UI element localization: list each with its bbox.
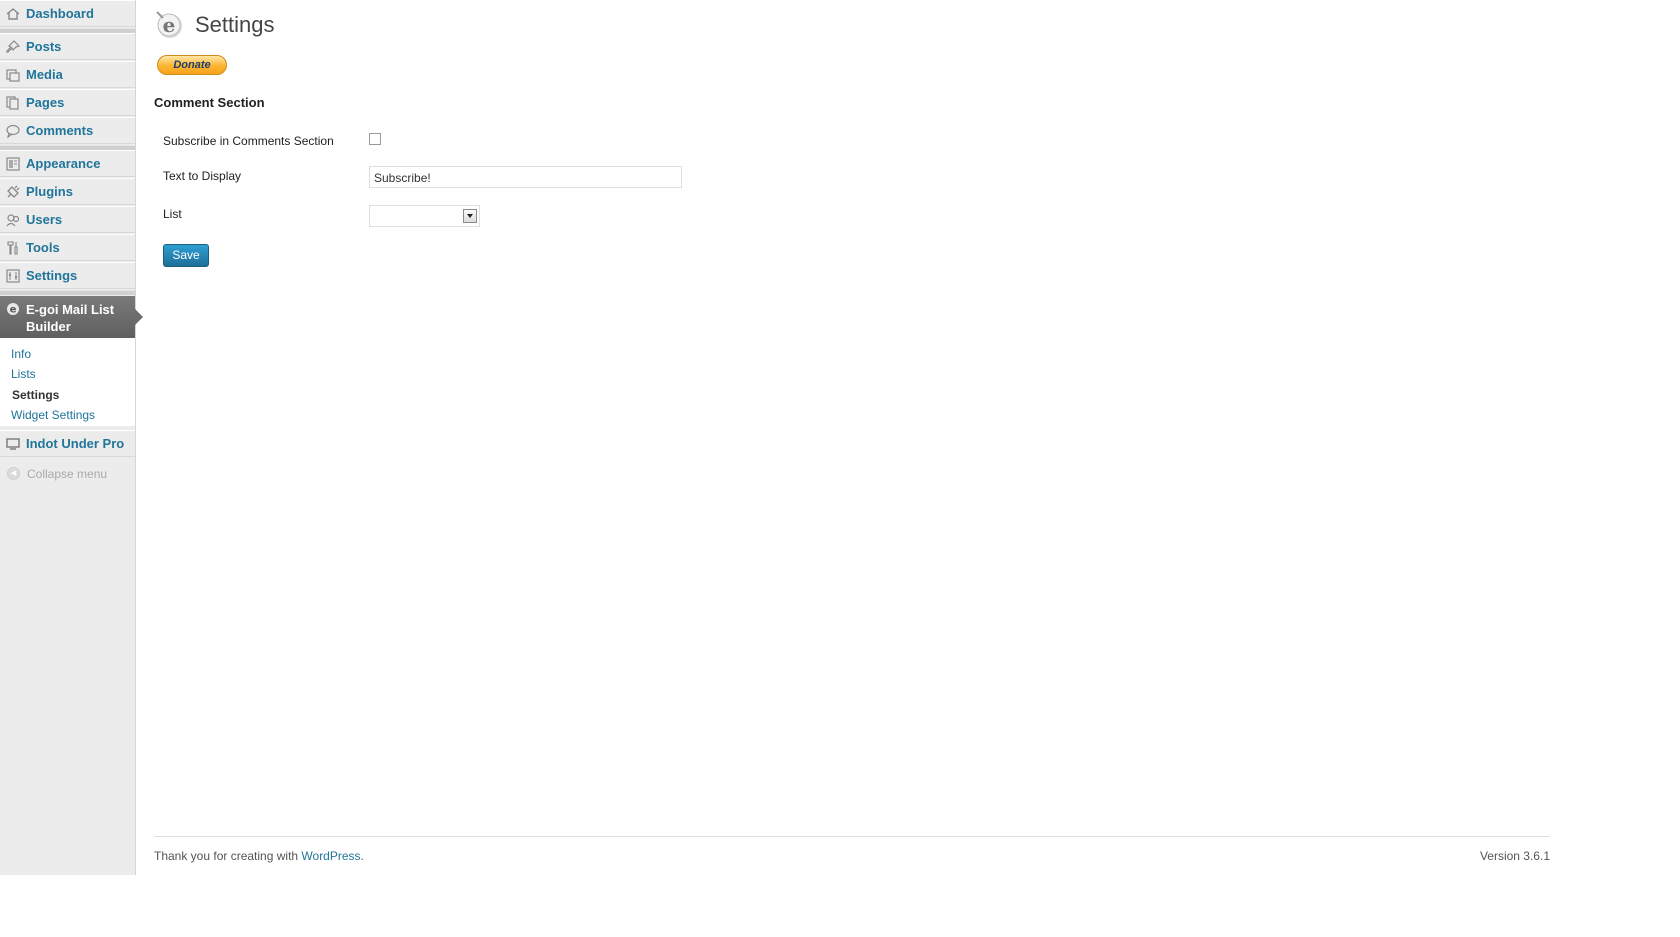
plugin-submenu: Info Lists Settings Widget Settings	[0, 338, 135, 426]
footer-divider	[154, 836, 1550, 837]
sidebar-item-media[interactable]: Media	[0, 61, 135, 88]
sidebar-item-dashboard[interactable]: Dashboard	[0, 0, 135, 27]
sidebar-item-label: Dashboard	[26, 6, 94, 21]
footer-thanks: Thank you for creating with WordPress.	[154, 849, 364, 863]
sidebar-item-label: Tools	[26, 240, 60, 255]
collapse-menu-label: Collapse menu	[27, 467, 108, 481]
collapse-menu-button[interactable]: ◀ Collapse menu	[0, 463, 135, 485]
monitor-icon	[6, 437, 20, 451]
donate-button[interactable]: Donate	[157, 55, 227, 75]
submenu-item-lists[interactable]: Lists	[11, 367, 36, 381]
sidebar-item-label: Settings	[26, 268, 78, 283]
subscribe-label: Subscribe in Comments Section	[163, 134, 334, 148]
svg-text:e: e	[163, 13, 176, 37]
sidebar-item-pages[interactable]: Pages	[0, 89, 135, 116]
sidebar-item-label: Users	[26, 212, 63, 227]
dashboard-icon	[6, 7, 20, 21]
sidebar-item-label: Pages	[26, 95, 65, 110]
wordpress-link[interactable]: WordPress	[301, 849, 360, 863]
menu-separator	[0, 290, 135, 295]
sidebar-item-posts[interactable]: Posts	[0, 33, 135, 60]
sidebar-item-label: Media	[26, 67, 63, 82]
list-label: List	[163, 207, 182, 221]
submenu-item-widget-settings[interactable]: Widget Settings	[11, 408, 95, 422]
sidebar-item-label: Indot Under Pro	[26, 436, 125, 451]
page-title: Settings	[195, 12, 275, 37]
submenu-item-info[interactable]: Info	[11, 347, 31, 361]
pages-icon	[6, 96, 20, 110]
users-icon	[6, 213, 20, 227]
collapse-arrow-icon: ◀	[7, 467, 20, 480]
submenu-item-settings[interactable]: Settings	[12, 388, 59, 402]
sidebar-item-label: Plugins	[26, 184, 73, 199]
egoi-logo-icon: e	[154, 9, 184, 39]
sidebar-item-tools[interactable]: Tools	[0, 234, 135, 261]
footer-thanks-prefix: Thank you for creating with	[154, 849, 302, 863]
footer-thanks-suffix: .	[360, 849, 364, 863]
text-to-display-input[interactable]: Subscribe!	[369, 166, 682, 188]
plug-icon	[6, 185, 20, 199]
appearance-icon	[6, 157, 20, 171]
sidebar-item-label: Comments	[26, 123, 94, 138]
media-icon	[6, 68, 20, 82]
save-button[interactable]: Save	[163, 244, 209, 267]
admin-sidebar: Dashboard Posts Media Pages Comments App…	[0, 0, 143, 875]
egoi-icon: e	[6, 302, 20, 319]
tools-icon	[6, 241, 20, 255]
section-title: Comment Section	[154, 95, 265, 110]
pushpin-icon	[6, 40, 20, 54]
sidebar-item-settings[interactable]: Settings	[0, 262, 135, 289]
list-select[interactable]	[369, 205, 480, 227]
version-text: Version 3.6.1	[1479, 849, 1550, 863]
svg-text:e: e	[10, 305, 17, 316]
sidebar-item-appearance[interactable]: Appearance	[0, 150, 135, 177]
settings-icon	[6, 269, 20, 283]
sidebar-item-egoi[interactable]: e E-goi Mail List Builder	[0, 296, 143, 338]
sidebar-item-label: E-goi Mail List Builder	[26, 302, 115, 334]
sidebar-item-label: Appearance	[26, 156, 101, 171]
sidebar-item-label: Posts	[26, 39, 62, 54]
text-to-display-label: Text to Display	[163, 169, 242, 183]
sidebar-item-indot-under-pro[interactable]: Indot Under Pro	[0, 430, 135, 457]
sidebar-item-comments[interactable]: Comments	[0, 117, 135, 144]
sidebar-item-users[interactable]: Users	[0, 206, 135, 233]
chevron-down-icon[interactable]	[463, 209, 477, 223]
subscribe-checkbox[interactable]	[369, 133, 381, 145]
sidebar-item-plugins[interactable]: Plugins	[0, 178, 135, 205]
comment-bubble-icon	[6, 124, 20, 138]
